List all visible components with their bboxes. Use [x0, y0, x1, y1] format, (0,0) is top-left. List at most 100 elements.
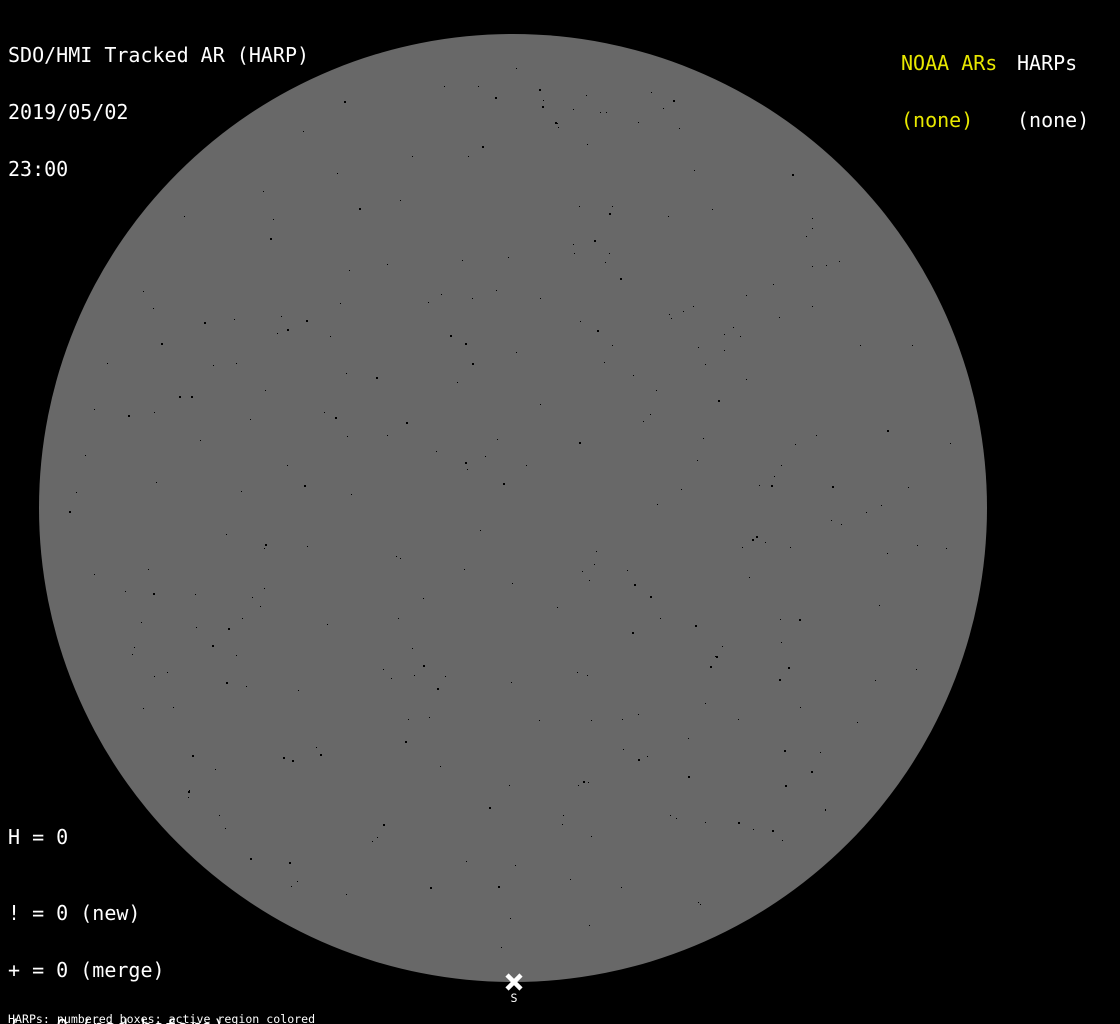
sunspot-speckle — [94, 574, 95, 575]
sunspot-speckle — [153, 308, 154, 309]
sunspot-speckle — [668, 216, 669, 217]
sunspot-speckle — [574, 253, 575, 254]
sunspot-speckle — [346, 373, 347, 374]
harps-value: (none) — [1017, 108, 1090, 132]
sunspot-speckle — [281, 316, 282, 317]
sunspot-speckle — [298, 690, 299, 691]
sunspot-speckle — [638, 122, 639, 123]
sunspot-speckle — [283, 757, 285, 759]
sunspot-speckle — [219, 815, 220, 816]
sunspot-speckle — [215, 769, 216, 770]
sunspot-speckle — [589, 580, 590, 581]
sunspot-speckle — [591, 720, 592, 721]
sunspot-speckle — [673, 100, 675, 102]
sunspot-speckle — [192, 755, 194, 757]
sunspot-speckle — [467, 469, 468, 470]
sunspot-speckle — [597, 330, 599, 332]
sunspot-speckle — [772, 830, 774, 832]
sunspot-speckle — [887, 553, 888, 554]
sunspot-speckle — [577, 672, 578, 673]
south-pole-label: S — [510, 991, 518, 1005]
sunspot-speckle — [578, 785, 579, 786]
sunspot-speckle — [771, 485, 773, 487]
plot-title: SDO/HMI Tracked AR (HARP) — [8, 43, 310, 67]
sunspot-speckle — [669, 314, 670, 315]
sunspot-speckle — [429, 717, 430, 718]
sunspot-speckle — [912, 345, 913, 346]
sunspot-speckle — [372, 841, 373, 842]
sunspot-speckle — [688, 738, 689, 739]
sunspot-speckle — [606, 112, 607, 113]
sunspot-speckle — [879, 605, 880, 606]
sunspot-speckle — [466, 861, 467, 862]
sunspot-speckle — [195, 594, 196, 595]
sunspot-speckle — [759, 485, 760, 486]
sunspot-speckle — [570, 879, 571, 880]
sunspot-speckle — [497, 439, 498, 440]
sunspot-speckle — [604, 362, 605, 363]
sunspot-speckle — [480, 530, 481, 531]
sunspot-speckle — [465, 462, 467, 464]
sunspot-speckle — [264, 548, 265, 549]
sunspot-speckle — [831, 520, 832, 521]
sunspot-speckle — [189, 790, 190, 791]
sunspot-speckle — [785, 785, 787, 787]
sunspot-speckle — [143, 708, 144, 709]
sunspot-speckle — [718, 400, 720, 402]
sunspot-speckle — [196, 627, 197, 628]
sunspot-speckle — [277, 333, 278, 334]
sunspot-speckle — [612, 345, 613, 346]
sunspot-speckle — [589, 925, 590, 926]
sunspot-speckle — [656, 390, 657, 391]
south-pole-marker: S — [504, 972, 524, 1006]
sunspot-speckle — [204, 322, 206, 324]
sunspot-speckle — [330, 336, 331, 337]
sunspot-speckle — [600, 112, 601, 113]
sunspot-speckle — [134, 647, 135, 648]
sunspot-speckle — [738, 719, 739, 720]
sunspot-speckle — [511, 682, 512, 683]
sunspot-speckle — [700, 904, 701, 905]
sunspot-speckle — [650, 596, 652, 598]
sunspot-speckle — [265, 544, 267, 546]
sunspot-speckle — [587, 675, 588, 676]
sunspot-speckle — [543, 100, 544, 101]
sunspot-speckle — [472, 298, 473, 299]
sunspot-speckle — [437, 688, 439, 690]
sunspot-speckle — [826, 265, 827, 266]
sunspot-speckle — [811, 771, 813, 773]
sunspot-speckle — [773, 284, 774, 285]
sunspot-speckle — [387, 264, 388, 265]
sunspot-speckle — [510, 918, 511, 919]
sunspot-speckle — [724, 350, 725, 351]
sunspot-speckle — [697, 460, 698, 461]
sunspot-speckle — [436, 451, 437, 452]
sunspot-speckle — [125, 591, 126, 592]
sunspot-speckle — [200, 440, 201, 441]
sunspot-speckle — [688, 776, 690, 778]
sunspot-speckle — [781, 465, 782, 466]
sunspot-speckle — [816, 435, 817, 436]
sunspot-speckle — [799, 619, 801, 621]
sunspot-speckle — [246, 686, 247, 687]
sunspot-speckle — [609, 253, 610, 254]
sunspot-speckle — [406, 422, 408, 424]
sunspot-speckle — [291, 886, 292, 887]
sunspot-speckle — [579, 206, 580, 207]
sunspot-speckle — [681, 489, 682, 490]
sunspot-speckle — [264, 588, 265, 589]
sunspot-speckle — [950, 443, 951, 444]
sunspot-speckle — [482, 146, 484, 148]
sunspot-speckle — [423, 598, 424, 599]
sunspot-speckle — [344, 101, 346, 103]
sunspot-speckle — [632, 632, 634, 634]
sunspot-speckle — [663, 108, 664, 109]
sunspot-speckle — [710, 666, 712, 668]
sunspot-speckle — [795, 444, 796, 445]
sunspot-speckle — [236, 655, 237, 656]
sunspot-speckle — [621, 887, 622, 888]
sunspot-speckle — [724, 334, 725, 335]
sunspot-speckle — [594, 240, 596, 242]
sunspot-speckle — [651, 92, 652, 93]
sunspot-speckle — [676, 818, 677, 819]
